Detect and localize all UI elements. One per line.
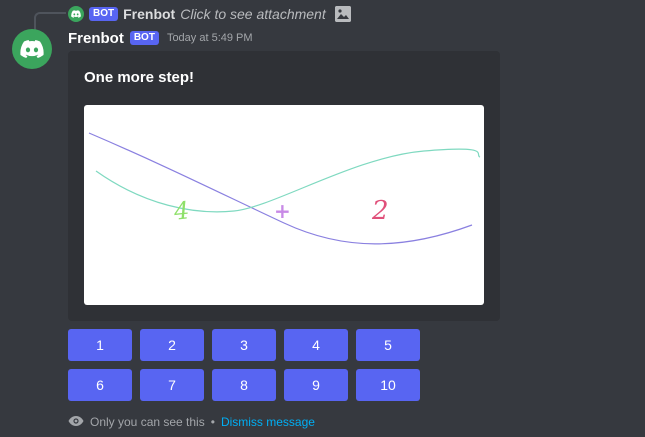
ephemeral-text: Only you can see this bbox=[90, 415, 205, 429]
reply-username[interactable]: Frenbot bbox=[123, 6, 175, 22]
message-header: Frenbot BOT Today at 5:49 PM bbox=[68, 28, 253, 48]
dismiss-message-link[interactable]: Dismiss message bbox=[221, 415, 315, 429]
discord-logo-icon bbox=[71, 10, 81, 18]
number-button-3[interactable]: 3 bbox=[212, 329, 276, 361]
avatar[interactable] bbox=[12, 29, 52, 69]
reply-connector bbox=[34, 12, 66, 32]
username[interactable]: Frenbot bbox=[68, 30, 124, 47]
captcha-canvas: 4 + 2 bbox=[88, 132, 481, 245]
timestamp[interactable]: Today at 5:49 PM bbox=[167, 32, 253, 44]
number-button-1[interactable]: 1 bbox=[68, 329, 132, 361]
ephemeral-notice: Only you can see this • Dismiss message bbox=[68, 414, 315, 430]
number-button-5[interactable]: 5 bbox=[356, 329, 420, 361]
number-button-8[interactable]: 8 bbox=[212, 369, 276, 401]
embed-title: One more step! bbox=[84, 69, 195, 86]
number-button-6[interactable]: 6 bbox=[68, 369, 132, 401]
reply-attachment-text[interactable]: Click to see attachment bbox=[180, 6, 326, 22]
number-button-9[interactable]: 9 bbox=[284, 369, 348, 401]
number-button-7[interactable]: 7 bbox=[140, 369, 204, 401]
captcha-noise-line bbox=[88, 132, 473, 245]
number-button-10[interactable]: 10 bbox=[356, 369, 420, 401]
eye-icon bbox=[68, 415, 84, 430]
captcha-image[interactable]: 4 + 2 bbox=[84, 105, 484, 305]
discord-logo-icon bbox=[20, 40, 44, 58]
embed: One more step! 4 + 2 bbox=[68, 51, 500, 321]
captcha-glyph: 4 bbox=[172, 196, 191, 226]
reply-avatar[interactable] bbox=[68, 6, 84, 22]
reply-reference[interactable]: BOT Frenbot Click to see attachment bbox=[68, 4, 351, 24]
captcha-glyph: + bbox=[274, 199, 291, 223]
bot-badge: BOT bbox=[129, 31, 159, 45]
number-button-grid: 1 2 3 4 5 6 7 8 9 10 bbox=[68, 329, 420, 401]
number-button-2[interactable]: 2 bbox=[140, 329, 204, 361]
image-icon bbox=[334, 6, 351, 22]
captcha-glyph: 2 bbox=[371, 196, 389, 226]
reply-bot-badge: BOT bbox=[89, 7, 119, 21]
separator: • bbox=[210, 415, 215, 429]
number-button-4[interactable]: 4 bbox=[284, 329, 348, 361]
